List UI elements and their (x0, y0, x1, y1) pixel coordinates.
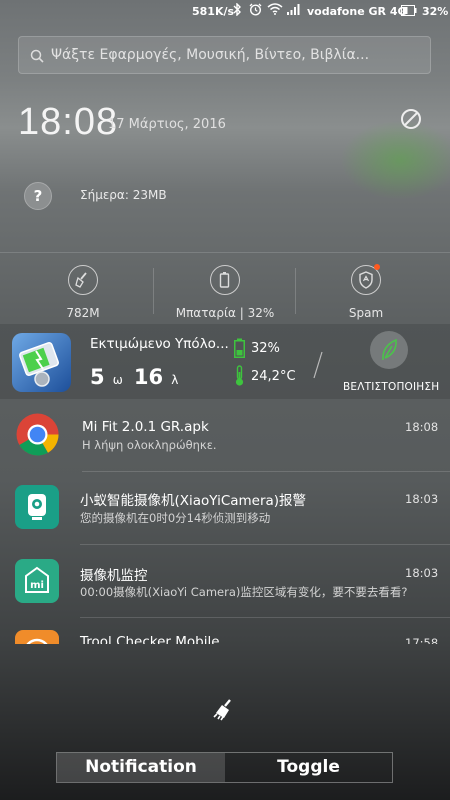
notification-item[interactable]: mi 摄像机监控 00:00摄像机(XiaoYi Camera)监控区域有变化，… (0, 545, 450, 617)
chrome-icon (15, 412, 60, 457)
battery-button[interactable]: Μπαταρία | 32% (150, 265, 300, 320)
network-speed: 581K/s (192, 5, 235, 18)
svg-text:mi: mi (30, 580, 44, 591)
battery-estimate-title: Εκτιμώμενο Υπόλο... (90, 336, 229, 352)
battery-doctor-app-icon (12, 333, 71, 392)
notification-item[interactable]: 小蚁智能摄像机(XiaoYiCamera)报警 您的摄像机在0时0分14秒侦测到… (0, 472, 450, 544)
thermometer-icon (234, 365, 245, 391)
battery-percent: 32% (422, 5, 449, 18)
battery-icon (210, 265, 240, 295)
notification-dot (374, 264, 380, 270)
notification-item[interactable]: Trool Checker Mobile 17:58 (0, 618, 450, 644)
notification-time: 18:03 (405, 492, 439, 506)
clock-date: 17 Μάρτιος, 2016 (108, 117, 226, 132)
memory-label: 782M (66, 306, 100, 320)
alarm-icon (249, 3, 262, 19)
minutes-value: 16 (133, 365, 164, 389)
spam-label: Spam (348, 306, 384, 320)
notification-time: 17:58 (405, 636, 439, 644)
notification-title: 摄像机监控 (80, 568, 148, 584)
temperature-value: 24,2°C (251, 369, 296, 384)
clear-all-broom-icon[interactable] (211, 696, 239, 724)
wallpaper-glow (340, 120, 450, 200)
notification-title: 小蚁智能摄像机(XiaoYiCamera)报警 (80, 493, 307, 509)
clock-time: 18:08 (18, 101, 119, 143)
tab-notification[interactable]: Notification (57, 753, 225, 782)
memory-clean-button[interactable]: 782M (8, 265, 158, 320)
slash-divider (312, 350, 324, 380)
notification-time: 18:08 (405, 420, 439, 434)
search-box[interactable] (18, 36, 431, 74)
hours-unit: ω (112, 373, 123, 387)
notification-subtitle: 您的摄像机在0时0分14秒侦测到移动 (80, 511, 271, 525)
orange-app-icon (15, 630, 59, 644)
broom-icon (68, 265, 98, 295)
bluetooth-icon (233, 2, 242, 19)
divider (0, 252, 450, 253)
search-input[interactable] (51, 45, 411, 65)
camera-app-icon (15, 485, 59, 529)
hours-value: 5 (90, 365, 105, 389)
mi-app-icon: mi (15, 559, 59, 603)
carrier-name: vodafone GR 4G (307, 5, 407, 18)
shield-icon (351, 264, 381, 295)
status-bar: 581K/s vodafone GR 4G 32% (0, 0, 450, 24)
battery-level-icon (234, 338, 245, 362)
do-not-disturb-icon[interactable] (401, 109, 421, 129)
spam-button[interactable]: Spam (291, 264, 441, 320)
search-icon (30, 48, 44, 67)
notification-title: Trool Checker Mobile (80, 634, 220, 644)
tab-toggle[interactable]: Toggle (225, 753, 392, 782)
notification-title: Mi Fit 2.0.1 GR.apk (82, 419, 209, 435)
notification-subtitle: Η λήψη ολοκληρώθηκε. (82, 438, 217, 452)
notification-time: 18:03 (405, 566, 439, 580)
help-icon[interactable]: ? (24, 182, 52, 210)
notification-subtitle: 00:00摄像机(XiaoYi Camera)监控区域有变化，要不要去看看? (80, 585, 408, 599)
bottom-tab-bar: Notification Toggle (56, 752, 393, 783)
battery-label: Μπαταρία | 32% (175, 306, 275, 320)
optimize-button[interactable]: ΒΕΛΤΙΣΤΟΠΟΙΗΣΗ (343, 381, 439, 393)
data-usage-today: Σήμερα: 23MB (80, 188, 167, 202)
optimize-icon[interactable] (370, 331, 408, 369)
battery-icon (401, 5, 417, 19)
wifi-icon (267, 3, 283, 18)
battery-level-value: 32% (251, 341, 280, 356)
minutes-unit: λ (171, 373, 179, 387)
signal-icon (287, 4, 301, 18)
battery-remaining: 5 ω 16 λ (90, 365, 178, 389)
notification-item[interactable]: Mi Fit 2.0.1 GR.apk Η λήψη ολοκληρώθηκε.… (0, 399, 450, 471)
